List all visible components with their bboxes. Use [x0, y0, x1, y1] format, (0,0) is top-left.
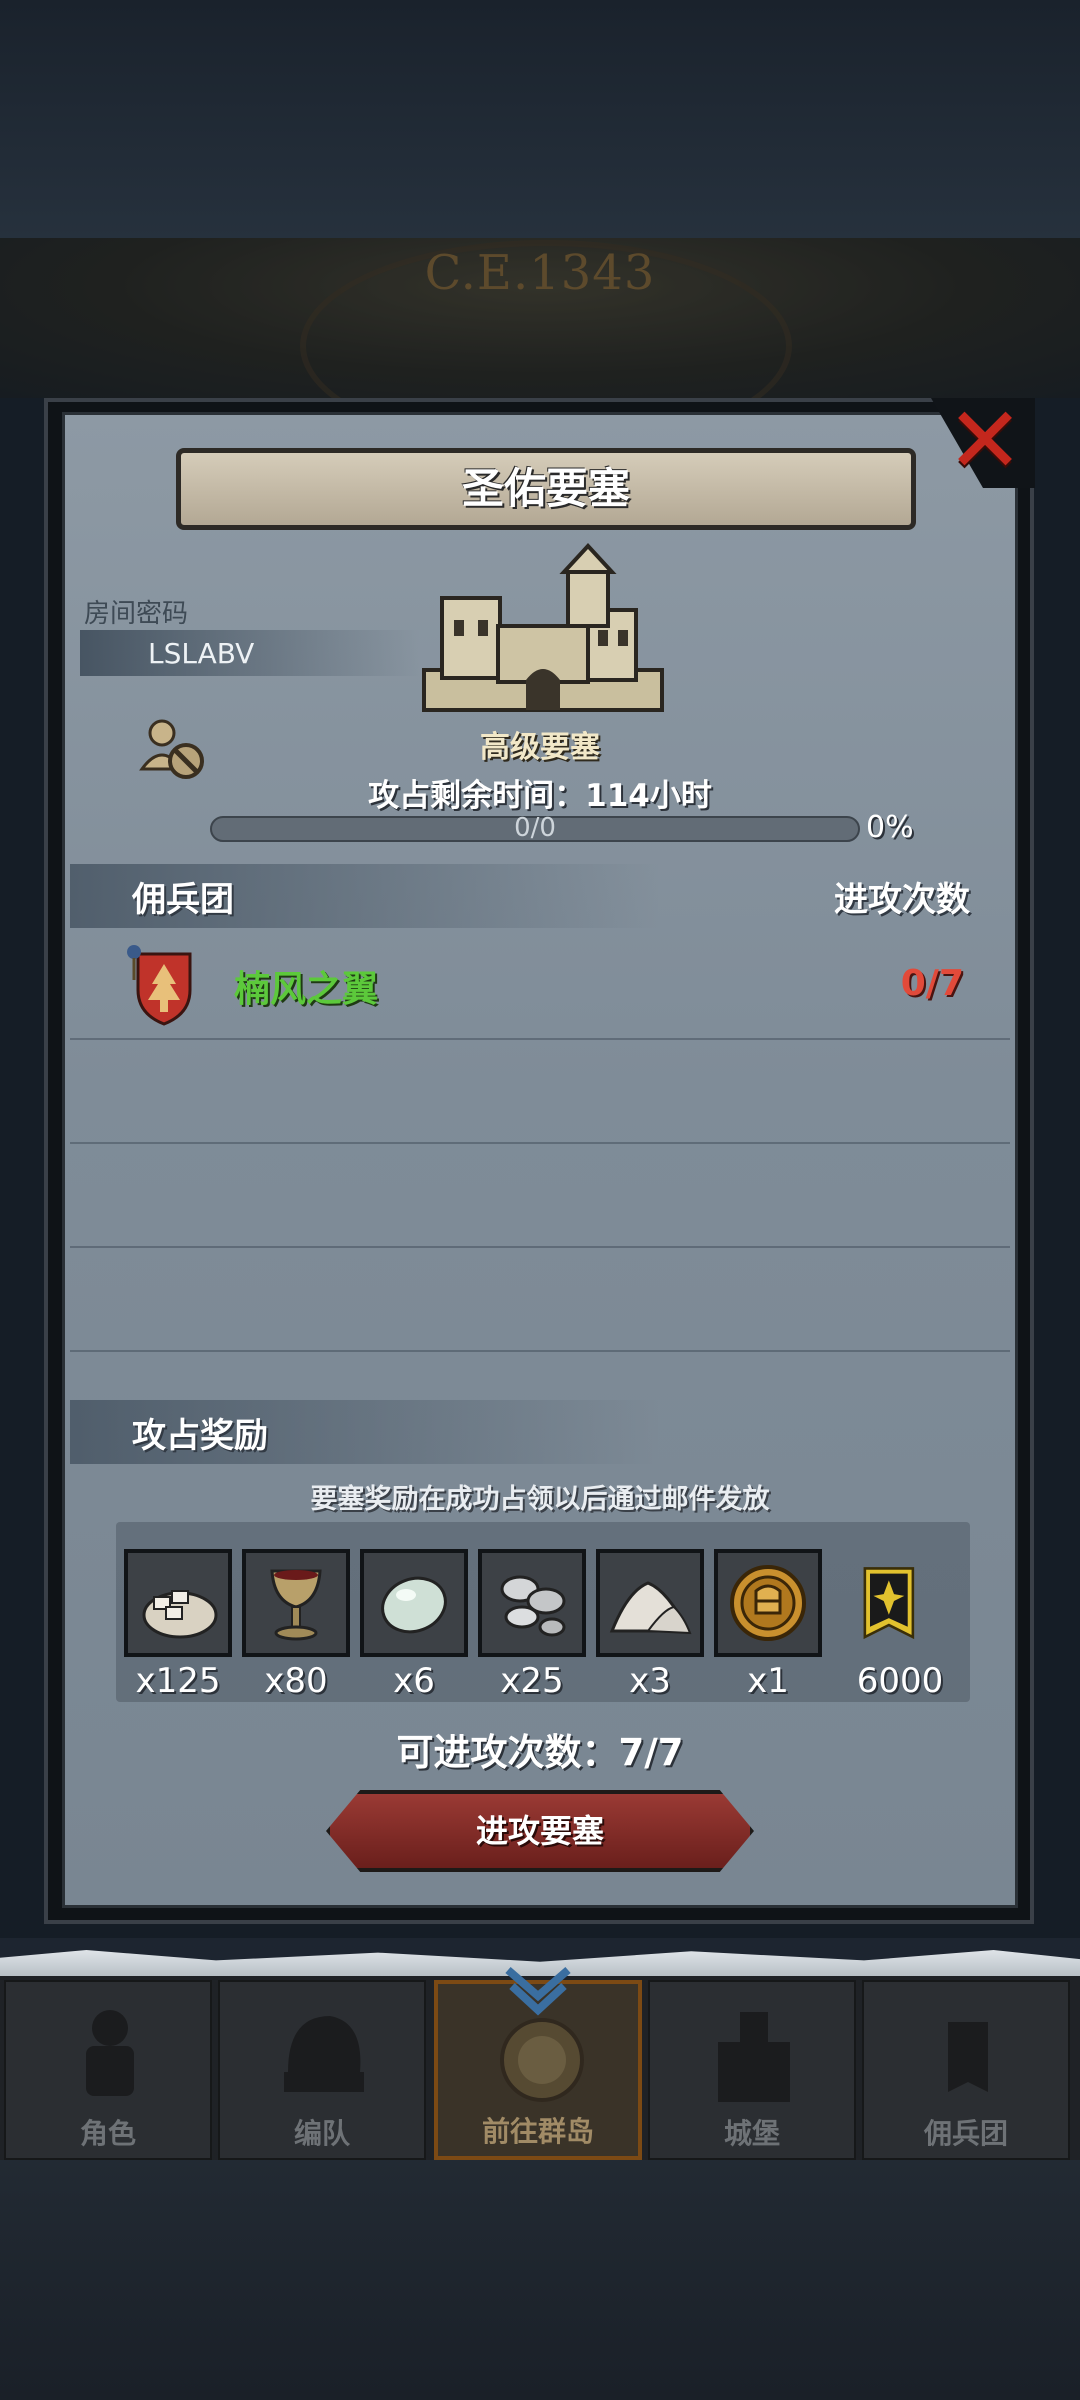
reward-item[interactable]: 6000: [846, 1549, 954, 1701]
fortress-level: 高级要塞: [480, 730, 600, 765]
capture-progress-percent: 0%: [866, 810, 914, 845]
reward-qty: 6000: [856, 1661, 944, 1701]
nav-item-character[interactable]: 角色: [4, 1980, 212, 2160]
knight-icon: [86, 2010, 134, 2096]
attack-count-header: 进攻次数: [834, 880, 970, 920]
banner-emblem-icon: [863, 1567, 915, 1640]
mercenary-row-empty: [70, 1144, 1010, 1248]
bottom-background: [0, 2160, 1080, 2400]
salt-pile-icon: [609, 1581, 692, 1635]
reward-item[interactable]: x80: [242, 1549, 350, 1701]
nav-item-formation[interactable]: 编队: [218, 1980, 426, 2160]
nav-item-castle[interactable]: 城堡: [648, 1980, 856, 2160]
castle-icon: [718, 2012, 790, 2102]
reward-slot: [360, 1549, 468, 1657]
reward-qty: x1: [747, 1661, 789, 1701]
mercenary-icon: [948, 2022, 988, 2092]
capture-time-remaining: 攻占剩余时间：114小时: [368, 778, 712, 814]
room-code-value: LSLABV: [148, 637, 255, 670]
nav-label: 前往群岛: [481, 2115, 594, 2148]
silver-ore-icon: [500, 1575, 566, 1637]
title-banner: 圣佑要塞: [176, 448, 916, 530]
guild-crest-icon: [127, 945, 192, 1026]
guild-attack-count: 0/7: [900, 963, 964, 1004]
fortress-icon: [422, 543, 664, 712]
nav-label: 城堡: [723, 2117, 780, 2150]
capture-progress-text: 0/0: [514, 813, 556, 843]
reward-slot: [478, 1549, 586, 1657]
bread-sack-icon: [142, 1590, 218, 1639]
attack-fortress-label: 进攻要塞: [475, 1812, 604, 1850]
attack-fortress-button[interactable]: 进攻要塞: [326, 1790, 754, 1872]
chevron-down-icon: [505, 1966, 571, 2016]
knight-medal-icon: [730, 1565, 806, 1641]
mercenary-row-empty: [70, 1040, 1010, 1144]
reward-mail-note: 要塞奖励在成功占领以后通过邮件发放: [310, 1484, 770, 1515]
globe-compass-icon: [500, 2018, 584, 2102]
nav-item-mercenary[interactable]: 佣兵团: [862, 1980, 1070, 2160]
reward-slot: [846, 1549, 954, 1657]
reward-slot: [596, 1549, 704, 1657]
reward-item[interactable]: x3: [596, 1549, 704, 1701]
top-dark-band: [0, 0, 1080, 238]
dialog-title: 圣佑要塞: [461, 464, 630, 513]
reward-slot: [714, 1549, 822, 1657]
goblet-icon: [270, 1569, 322, 1641]
close-icon[interactable]: ✕: [940, 395, 1030, 487]
mercenary-row[interactable]: [70, 936, 1010, 1040]
reward-item[interactable]: x1: [714, 1549, 822, 1701]
helmet-icon: [284, 2016, 364, 2092]
nav-label: 角色: [79, 2117, 136, 2150]
mercenary-row-empty: [70, 1248, 1010, 1352]
reward-slot: [242, 1549, 350, 1657]
reward-item[interactable]: x6: [360, 1549, 468, 1701]
nav-label: 佣兵团: [923, 2117, 1008, 2150]
reward-item[interactable]: x25: [478, 1549, 586, 1701]
reward-section-title: 攻占奖励: [132, 1416, 268, 1456]
attack-attempts: 可进攻次数：7/7: [396, 1731, 684, 1774]
gem-stone-icon: [381, 1576, 447, 1634]
nav-label: 编队: [293, 2117, 350, 2150]
guild-name: 楠风之翼: [234, 969, 379, 1010]
reward-slot: [124, 1549, 232, 1657]
room-code-label: 房间密码: [84, 599, 189, 629]
mercenary-section-title: 佣兵团: [132, 880, 234, 920]
reward-item[interactable]: x125: [124, 1549, 232, 1701]
